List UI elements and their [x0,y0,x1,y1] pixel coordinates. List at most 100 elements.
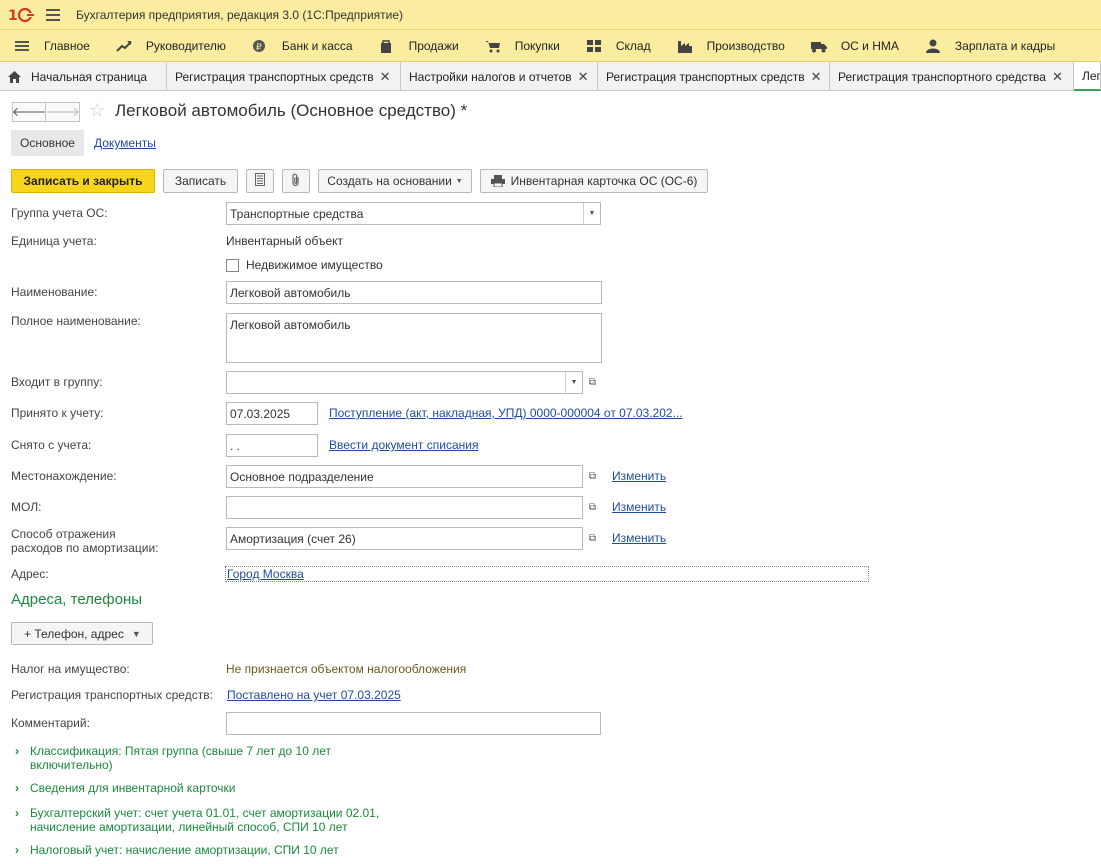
section-label: Руководителю [145,38,226,53]
menu-lines-icon [14,39,30,53]
add-phone-label: + Телефон, адрес [24,626,124,641]
accepted-label: Принято к учету: [11,406,104,420]
open-item-icon[interactable]: ⧉ [584,497,601,518]
save-and-close-button[interactable]: Записать и закрыть [11,169,155,193]
receipt-document-link[interactable]: Поступление (акт, накладная, УПД) 0000-0… [329,406,683,420]
section-label: Производство [706,38,785,53]
amortization-input[interactable]: Амортизация (счет 26) [226,527,583,550]
section-title-line2: начисление амортизации, линейный способ,… [30,820,348,834]
inventory-card-print-button[interactable]: Инвентарная карточка ОС (ОС-6) [480,169,708,193]
section-production[interactable]: Производство [663,30,797,62]
section-warehouse[interactable]: Склад [572,30,663,62]
location-input[interactable]: Основное подразделение [226,465,583,488]
tab-tax-settings[interactable]: Настройки налогов и отчетов ✕ [401,62,598,91]
location-change-link[interactable]: Изменить [612,469,666,483]
fullname-label: Полное наименование: [11,314,141,328]
chevron-right-icon[interactable]: › [15,781,19,795]
tab-label: Лег [1082,68,1101,83]
parent-group-input[interactable]: ▼ [226,371,583,394]
location-label: Местонахождение: [11,469,117,483]
group-value: Транспортные средства [230,207,364,221]
tab-documents-link[interactable]: Документы [94,136,156,150]
tab-transport-registration-3[interactable]: Регистрация транспортного средства ✕ [830,62,1074,91]
section-purchases[interactable]: Покупки [471,30,572,62]
property-tax-value: Не признается объектом налогообложения [226,662,467,676]
property-tax-label: Налог на имущество: [11,662,130,676]
section-title-line2: включительно) [30,758,113,772]
document-list-icon [255,173,265,189]
tab-home[interactable]: Начальная страница [0,62,167,91]
address-link[interactable]: Город Москва [227,567,304,581]
tab-transport-registration-1[interactable]: Регистрация транспортных средств ✕ [167,62,401,91]
address-field-frame [225,566,869,582]
transport-registration-link[interactable]: Поставлено на учет 07.03.2025 [227,688,401,702]
realty-checkbox-label: Недвижимое имущество [246,258,383,272]
transport-registration-label: Регистрация транспортных средств: [11,688,213,702]
mol-input[interactable] [226,496,583,519]
tab-current[interactable]: Лег [1074,62,1101,91]
open-item-icon[interactable]: ⧉ [584,372,601,393]
add-phone-address-button[interactable]: + Телефон, адрес ▼ [11,622,153,645]
tab-main-section[interactable]: Основное [11,130,84,156]
classification-section[interactable]: Классификация: Пятая группа (свыше 7 лет… [30,744,331,772]
accounting-section[interactable]: Бухгалтерский учет: счет учета 01.01, сч… [30,806,379,834]
open-item-icon[interactable]: ⧉ [584,466,601,487]
close-icon[interactable]: ✕ [578,69,589,85]
chevron-right-icon[interactable]: › [15,744,19,758]
paperclip-icon [291,173,301,190]
dropdown-arrow-icon[interactable]: ▼ [565,372,582,393]
favorite-star-icon[interactable]: ☆ [89,100,105,121]
section-main[interactable]: Главное [0,30,102,62]
tab-transport-registration-2[interactable]: Регистрация транспортных средств ✕ [598,62,830,91]
unit-value: Инвентарный объект [226,234,343,248]
svg-text:1: 1 [8,8,18,23]
comment-input[interactable] [226,712,601,735]
forward-arrow-icon[interactable]: 🡒 [45,102,80,122]
section-label: Главное [44,38,90,53]
section-sales[interactable]: Продажи [365,30,471,62]
section-title-line1: Классификация: Пятая группа (свыше 7 лет… [30,744,331,758]
1c-logo: 1 [8,7,36,24]
section-director[interactable]: Руководителю [102,30,238,62]
mol-change-link[interactable]: Изменить [612,500,666,514]
open-item-icon[interactable]: ⧉ [584,528,601,549]
create-based-on-button[interactable]: Создать на основании ▼ [318,169,472,193]
mol-label: МОЛ: [11,500,42,514]
dropdown-arrow-icon: ▼ [131,628,141,639]
close-icon[interactable]: ✕ [1052,69,1063,85]
fullname-textarea[interactable]: Легковой автомобиль [226,313,602,363]
sections-bar: Главное Руководителю ₽ Банк и касса Прод… [0,30,1101,62]
main-menu-icon[interactable] [46,8,60,21]
group-label: Группа учета ОС: [11,206,108,220]
realty-checkbox[interactable] [226,259,239,272]
section-assets[interactable]: ОС и НМА [797,30,911,62]
tab-label: Регистрация транспортных средств [606,69,805,84]
accepted-date-input[interactable]: 07.03.2025 [226,402,318,425]
tab-label: Начальная страница [31,69,148,84]
save-button[interactable]: Записать [163,169,238,193]
tax-accounting-section[interactable]: Налоговый учет: начисление амортизации, … [30,843,339,857]
report-list-button[interactable] [246,169,274,193]
section-title-line1: Сведения для инвентарной карточки [30,781,236,795]
dropdown-arrow-icon: ▼ [455,177,463,185]
back-arrow-icon[interactable]: 🡐 [12,102,46,122]
close-icon[interactable]: ✕ [811,69,822,85]
close-icon[interactable]: ✕ [380,69,391,85]
truck-icon [810,39,827,53]
section-salary[interactable]: Зарплата и кадры [911,30,1067,62]
inventory-card-info-section[interactable]: Сведения для инвентарной карточки [30,781,235,795]
attach-file-button[interactable] [282,169,310,193]
dropdown-arrow-icon[interactable]: ▼ [583,203,600,224]
warehouse-grid-icon [586,39,602,53]
removed-date-input[interactable]: . . [226,434,318,457]
tab-label: Регистрация транспортных средств [175,69,374,84]
section-label: Склад [615,38,651,53]
section-bank[interactable]: ₽ Банк и касса [238,30,365,62]
name-input[interactable]: Легковой автомобиль [226,281,602,304]
chevron-right-icon[interactable]: › [15,806,19,820]
chevron-right-icon[interactable]: › [15,843,19,857]
group-select[interactable]: Транспортные средства ▼ [226,202,601,225]
write-off-document-link[interactable]: Ввести документ списания [329,438,478,452]
comment-label: Комментарий: [11,716,90,730]
amortization-change-link[interactable]: Изменить [612,531,666,545]
